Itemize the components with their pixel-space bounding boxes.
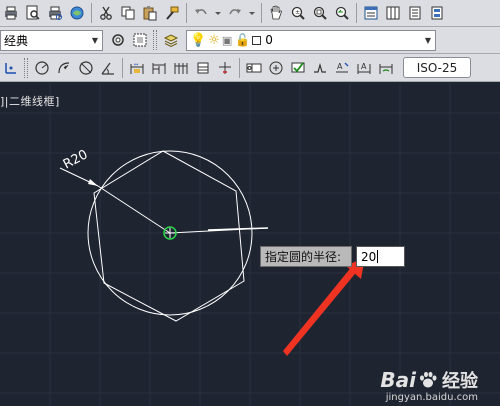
sun-icon[interactable]: ☼: [208, 33, 220, 48]
watermark-brand-prefix: Bai: [380, 368, 416, 392]
dim-update-icon[interactable]: [376, 58, 396, 78]
center-mark-icon[interactable]: [266, 58, 286, 78]
tool-palettes-icon[interactable]: [405, 3, 425, 23]
zoom-realtime-icon[interactable]: ±: [288, 3, 308, 23]
paste-icon[interactable]: [140, 3, 160, 23]
drawing-area[interactable]: R20: [0, 83, 500, 406]
toolbar-grip[interactable]: [24, 57, 28, 78]
svg-text:±: ±: [295, 9, 300, 16]
red-arrow-annotation: [283, 257, 365, 356]
dim-baseline-icon[interactable]: [149, 58, 169, 78]
workspace-settings-icon[interactable]: [108, 30, 128, 50]
quick-dim-icon[interactable]: ↔: [127, 58, 147, 78]
layers-toolbar: 经典 ▼ 💡 ☼ ▣ 🔓 0 ▼: [0, 27, 500, 54]
separator: [186, 3, 187, 23]
separator: [261, 3, 262, 23]
svg-text:A: A: [361, 62, 367, 71]
chevron-down-icon[interactable]: ▼: [88, 31, 102, 50]
color-swatch: [252, 35, 262, 45]
dim-space-icon[interactable]: [193, 58, 213, 78]
separator: [239, 57, 240, 78]
standard-toolbar: ±: [0, 0, 500, 27]
toolbar-grip[interactable]: [153, 30, 157, 50]
dim-break-icon[interactable]: [215, 58, 235, 78]
undo-dropdown-icon[interactable]: [213, 3, 223, 23]
dim-edit-icon[interactable]: A: [332, 58, 352, 78]
dimension-arrowhead: [88, 179, 98, 186]
background-grid: [0, 83, 500, 406]
radius-dimension-label[interactable]: R20: [61, 147, 91, 172]
dim-diameter-icon[interactable]: [76, 58, 96, 78]
svg-text:↔: ↔: [134, 62, 138, 68]
layer-select[interactable]: 💡 ☼ ▣ 🔓 0 ▼: [186, 29, 436, 51]
command-prompt-tooltip: 指定圆的半径:: [260, 246, 352, 267]
watermark-brand-suffix: 经验: [442, 371, 478, 392]
watermark-url: jingyan.baidu.com: [385, 392, 478, 403]
copy-icon[interactable]: [118, 3, 138, 23]
radius-input-value: 20: [361, 249, 377, 264]
cursor-crosshair-h: [207, 227, 269, 231]
inspection-icon[interactable]: [288, 58, 308, 78]
drawing-canvas[interactable]: R20 ]|二维线框] 指定圆的半径: 20 Bai 经验 jingyan.ba…: [0, 83, 500, 406]
dim-continue-icon[interactable]: [171, 58, 191, 78]
cut-icon[interactable]: [96, 3, 116, 23]
radius-input-field[interactable]: 20: [356, 246, 405, 267]
chevron-down-icon[interactable]: ▼: [421, 31, 435, 50]
separator: [91, 3, 92, 23]
publish-icon[interactable]: [67, 3, 87, 23]
paw-icon: [420, 371, 437, 388]
dimension-toolbar: ↔ A A ISO-25: [0, 54, 500, 82]
redo-icon[interactable]: [225, 3, 245, 23]
properties-icon[interactable]: [361, 3, 381, 23]
dim-jogged-icon[interactable]: [54, 58, 74, 78]
zoom-previous-icon[interactable]: [332, 3, 352, 23]
dim-style-select[interactable]: ISO-25: [403, 57, 471, 78]
sheet-set-icon[interactable]: [427, 3, 447, 23]
dim-angular-icon[interactable]: [98, 58, 118, 78]
pan-icon[interactable]: [266, 3, 286, 23]
separator: [356, 3, 357, 23]
workspace-value: 经典: [4, 33, 29, 48]
viewport-label[interactable]: ]|二维线框]: [0, 93, 60, 109]
layout-icon[interactable]: [130, 30, 150, 50]
print-preview-icon[interactable]: [45, 3, 65, 23]
baidu-jingyan-watermark: Bai 经验 jingyan.baidu.com: [380, 367, 478, 403]
zoom-window-icon[interactable]: [310, 3, 330, 23]
dim-style-value: ISO-25: [416, 60, 458, 75]
jogged-linear-icon[interactable]: [310, 58, 330, 78]
ucs-icon[interactable]: [1, 58, 21, 78]
dim-text-edit-icon[interactable]: A: [354, 58, 374, 78]
print-icon[interactable]: [1, 3, 21, 23]
text-caret: [377, 250, 379, 263]
match-properties-icon[interactable]: [162, 3, 182, 23]
design-center-icon[interactable]: [383, 3, 403, 23]
svg-text:A: A: [337, 62, 343, 71]
redo-dropdown-icon[interactable]: [247, 3, 257, 23]
dim-radius-icon[interactable]: [32, 58, 52, 78]
lock-icon[interactable]: 🔓: [235, 33, 250, 47]
undo-icon[interactable]: [191, 3, 211, 23]
layer-properties-icon[interactable]: [161, 30, 181, 50]
separator: [122, 57, 123, 78]
tolerance-icon[interactable]: [244, 58, 264, 78]
layer-freeze-icon[interactable]: ▣: [222, 34, 232, 47]
workspace-select[interactable]: 经典 ▼: [0, 29, 103, 51]
lightbulb-icon[interactable]: 💡: [190, 33, 206, 48]
layer-name: 0: [265, 33, 273, 47]
find-icon[interactable]: [23, 3, 43, 23]
center-snap-marker: [163, 226, 177, 240]
